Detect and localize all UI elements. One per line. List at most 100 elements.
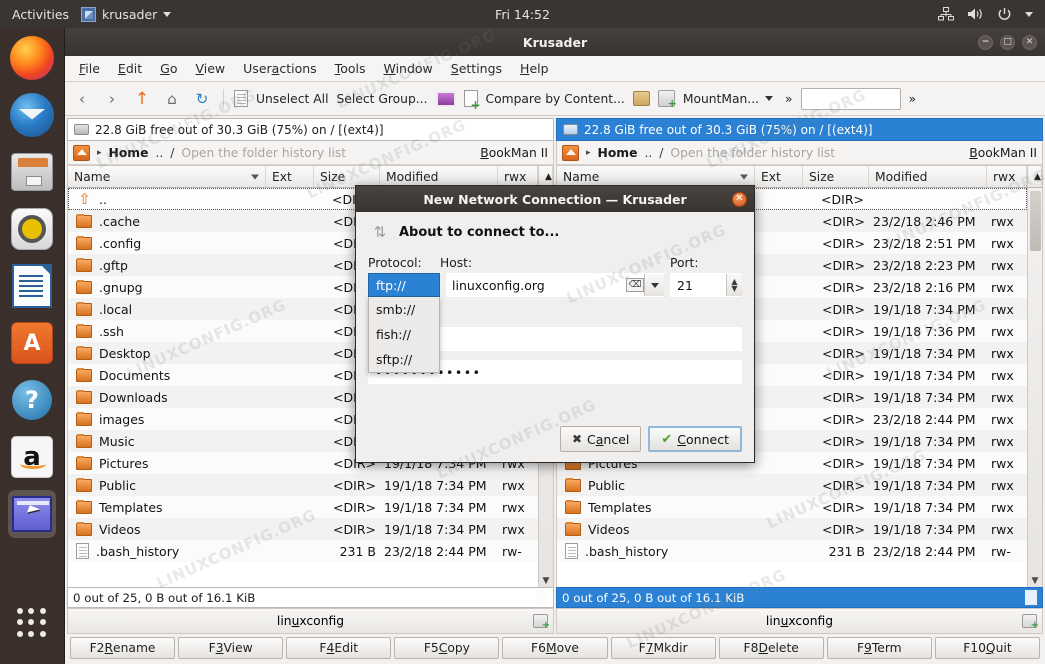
right-history-hint[interactable]: Open the folder history list [670, 146, 962, 160]
fkey-f4-edit[interactable]: F4 Edit [286, 637, 391, 659]
menu-window[interactable]: Window [383, 61, 432, 76]
table-row[interactable]: .bash_history231 B23/2/18 2:44 PMrw- [557, 540, 1027, 562]
fkey-f2-rename[interactable]: F2 Rename [70, 637, 175, 659]
right-root-slash[interactable]: / [659, 146, 663, 160]
left-col-ext[interactable]: Ext [266, 166, 314, 187]
app-menu-button[interactable]: krusader [81, 7, 171, 22]
package-add-icon[interactable] [658, 90, 675, 107]
menu-help[interactable]: Help [520, 61, 549, 76]
document-icon[interactable] [234, 90, 248, 107]
right-scroll-up-icon[interactable]: ▲ [1027, 166, 1042, 187]
left-col-size[interactable]: Size [314, 166, 380, 187]
unselect-all-button[interactable]: Unselect All [256, 92, 328, 106]
table-row[interactable]: Videos<DIR>19/1/18 7:34 PMrwx [557, 518, 1027, 540]
close-icon[interactable]: ✕ [732, 192, 747, 207]
reload-icon[interactable]: ↻ [191, 88, 213, 110]
left-up-dots[interactable]: .. [155, 146, 163, 160]
fkey-f5-copy[interactable]: F5 Copy [394, 637, 499, 659]
protocol-option-fish[interactable]: fish:// [369, 322, 439, 347]
menu-edit[interactable]: Edit [118, 61, 142, 76]
menu-view[interactable]: View [195, 61, 225, 76]
table-row[interactable]: Templates<DIR>19/1/18 7:34 PMrwx [557, 496, 1027, 518]
scrollbar-thumb[interactable] [1030, 191, 1041, 251]
port-spinner[interactable]: ▲▼ [726, 274, 742, 296]
right-up-dots[interactable]: .. [644, 146, 652, 160]
fkey-f6-move[interactable]: F6 Move [502, 637, 607, 659]
show-applications-button[interactable] [8, 599, 56, 647]
port-input[interactable]: 21 ▲▼ [670, 273, 742, 297]
compare-by-content-button[interactable]: Compare by Content... [486, 92, 625, 106]
left-history-hint[interactable]: Open the folder history list [181, 146, 473, 160]
new-tab-icon[interactable] [1022, 614, 1037, 628]
new-tab-icon[interactable] [533, 614, 548, 628]
right-col-rwx[interactable]: rwx [987, 166, 1027, 187]
fkey-f3-view[interactable]: F3 View [178, 637, 283, 659]
left-disk-info[interactable]: 22.8 GiB free out of 30.3 GiB (75%) on /… [67, 118, 554, 141]
toolbar-overflow2-button[interactable]: » [909, 92, 917, 106]
cancel-button[interactable]: ✖ Cancel [560, 426, 641, 452]
up-icon[interactable]: ↑ [131, 88, 153, 110]
table-row[interactable]: Templates<DIR>19/1/18 7:34 PMrwx [68, 496, 538, 518]
right-bookman-button[interactable]: BookMan II [969, 146, 1037, 160]
fkey-f8-delete[interactable]: F8 Delete [719, 637, 824, 659]
left-scroll-up-icon[interactable]: ▲ [538, 166, 553, 187]
right-disk-info[interactable]: 22.8 GiB free out of 30.3 GiB (75%) on /… [556, 118, 1043, 141]
select-group-button[interactable]: Select Group... [336, 92, 427, 106]
dock-item-rhythmbox[interactable] [8, 205, 56, 253]
fkey-f9-term[interactable]: F9 Term [827, 637, 932, 659]
new-document-icon[interactable] [464, 90, 478, 107]
table-row[interactable]: Public<DIR>19/1/18 7:34 PMrwx [68, 474, 538, 496]
maximize-icon[interactable]: □ [1000, 35, 1015, 50]
left-col-modified[interactable]: Modified [380, 166, 498, 187]
left-col-name[interactable]: Name [68, 166, 266, 187]
right-col-name[interactable]: Name [557, 166, 755, 187]
right-tab-linuxconfig[interactable]: linuxconfig [766, 614, 833, 628]
scroll-down-icon[interactable]: ▼ [543, 577, 550, 586]
menu-useractions[interactable]: Useractions [243, 61, 317, 76]
right-breadcrumb[interactable]: Home [598, 146, 638, 160]
package-icon[interactable] [633, 91, 650, 106]
system-tray[interactable] [938, 7, 1045, 22]
left-root-slash[interactable]: / [170, 146, 174, 160]
toolbar-text-field[interactable] [801, 88, 901, 110]
dock-item-ubuntu-software[interactable]: A [8, 319, 56, 367]
dock-item-krusader[interactable] [8, 490, 56, 538]
home-icon[interactable] [73, 145, 90, 161]
right-col-size[interactable]: Size [803, 166, 869, 187]
connect-button[interactable]: ✔ Connect [648, 426, 742, 452]
scroll-down-icon[interactable]: ▼ [1032, 577, 1039, 586]
protocol-option-sftp[interactable]: sftp:// [369, 347, 439, 372]
dock-item-firefox[interactable] [8, 34, 56, 82]
table-row[interactable]: Videos<DIR>19/1/18 7:34 PMrwx [68, 518, 538, 540]
right-col-ext[interactable]: Ext [755, 166, 803, 187]
right-vertical-scrollbar[interactable]: ▼ [1027, 188, 1042, 587]
fkey-f7-mkdir[interactable]: F7 Mkdir [611, 637, 716, 659]
protocol-option-smb[interactable]: smb:// [369, 297, 439, 322]
protocol-dropdown-list[interactable]: smb:// fish:// sftp:// [368, 297, 440, 373]
dock-item-help[interactable]: ? [8, 376, 56, 424]
protocol-combobox[interactable]: ftp:// smb:// fish:// sftp:// [368, 273, 440, 297]
dock-item-thunderbird[interactable] [8, 91, 56, 139]
left-breadcrumb[interactable]: Home [109, 146, 149, 160]
left-col-rwx[interactable]: rwx [498, 166, 538, 187]
menu-go[interactable]: Go [160, 61, 177, 76]
dock-item-libreoffice-writer[interactable] [8, 262, 56, 310]
host-dropdown-icon[interactable] [644, 274, 664, 296]
monitor-icon[interactable] [436, 91, 456, 107]
close-icon[interactable]: ✕ [1022, 35, 1037, 50]
right-col-modified[interactable]: Modified [869, 166, 987, 187]
table-row[interactable]: Public<DIR>19/1/18 7:34 PMrwx [557, 474, 1027, 496]
left-bookman-button[interactable]: BookMan II [480, 146, 548, 160]
mountman-dropdown[interactable]: MountMan... [683, 92, 773, 106]
dock-item-files[interactable] [8, 148, 56, 196]
menu-settings[interactable]: Settings [451, 61, 502, 76]
dock-item-amazon[interactable]: a [8, 433, 56, 481]
minimize-icon[interactable]: − [978, 35, 993, 50]
home-icon[interactable]: ⌂ [161, 88, 183, 110]
protocol-selected-value[interactable]: ftp:// [368, 273, 440, 297]
table-row[interactable]: .bash_history231 B23/2/18 2:44 PMrw- [68, 540, 538, 562]
back-icon[interactable]: ‹ [71, 88, 93, 110]
menu-file[interactable]: File [79, 61, 100, 76]
forward-icon[interactable]: › [101, 88, 123, 110]
fkey-f10-quit[interactable]: F10 Quit [935, 637, 1040, 659]
